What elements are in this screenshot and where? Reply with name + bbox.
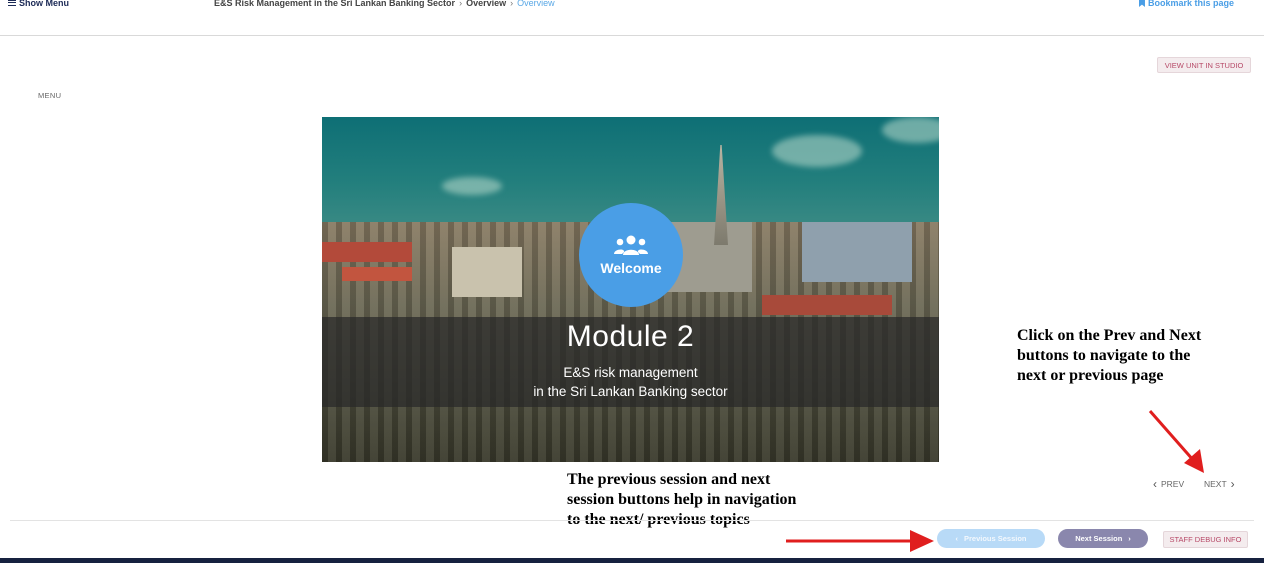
previous-session-button[interactable]: ‹ Previous Session [937, 529, 1045, 548]
welcome-badge: Welcome [579, 203, 683, 307]
breadcrumb-current: Overview [517, 0, 555, 8]
red-arrow-icon [786, 530, 934, 552]
chevron-left-icon: ‹ [1153, 477, 1157, 491]
annotation-session-nav: The previous session and next session bu… [567, 471, 797, 528]
bookmark-label: Bookmark this page [1147, 0, 1234, 8]
next-session-label: Next Session [1075, 534, 1123, 543]
hero-roof [342, 267, 412, 281]
previous-session-label: Previous Session [963, 534, 1027, 543]
module-hero-image: Welcome Module 2 E&S risk management in … [322, 117, 939, 462]
module-subtitle-line-1: E&S risk management [563, 365, 698, 380]
chevron-right-icon: › [1230, 477, 1235, 491]
chevron-right-icon: › [459, 0, 463, 8]
breadcrumb-section[interactable]: Overview [466, 0, 506, 8]
show-menu-label: Show Menu [19, 0, 69, 8]
staff-debug-info-button[interactable]: STAFF DEBUG INFO [1163, 531, 1248, 548]
module-subtitle-line-2: in the Sri Lankan Banking sector [533, 384, 728, 399]
module-title: Module 2 [566, 320, 695, 353]
footer-strip [0, 558, 1264, 563]
hero-building [452, 247, 522, 297]
next-label: NEXT [1204, 479, 1227, 489]
users-icon [614, 235, 648, 255]
next-session-button[interactable]: Next Session › [1058, 529, 1148, 548]
breadcrumb: E&S Risk Management in the Sri Lankan Ba… [214, 0, 555, 8]
chevron-right-icon: › [1128, 534, 1131, 543]
next-page-button[interactable]: NEXT › [1204, 477, 1235, 491]
bookmark-button[interactable]: Bookmark this page [1138, 0, 1234, 8]
hero-cloud [442, 177, 502, 195]
chevron-left-icon: ‹ [955, 534, 958, 543]
page: Show Menu E&S Risk Management in the Sri… [0, 0, 1264, 563]
chevron-right-icon: › [510, 0, 514, 8]
breadcrumb-course[interactable]: E&S Risk Management in the Sri Lankan Ba… [214, 0, 455, 8]
top-bar: Show Menu E&S Risk Management in the Sri… [0, 0, 1264, 36]
bookmark-icon [1138, 0, 1145, 7]
welcome-label: Welcome [600, 260, 662, 276]
hero-roof [322, 242, 412, 262]
red-arrow-icon [1148, 410, 1204, 473]
hero-cloud [772, 135, 862, 167]
footer-divider [10, 520, 1254, 521]
hero-roof [762, 295, 892, 315]
prev-page-button[interactable]: ‹ PREV [1153, 477, 1185, 491]
annotation-prev-next: Click on the Prev and Next buttons to na… [1017, 327, 1202, 384]
prev-label: PREV [1161, 479, 1185, 489]
hero-building [802, 222, 912, 282]
view-unit-in-studio-button[interactable]: VIEW UNIT IN STUDIO [1157, 57, 1251, 73]
show-menu-button[interactable]: Show Menu [8, 0, 69, 8]
hamburger-icon [8, 0, 16, 6]
menu-label: MENU [38, 91, 62, 100]
